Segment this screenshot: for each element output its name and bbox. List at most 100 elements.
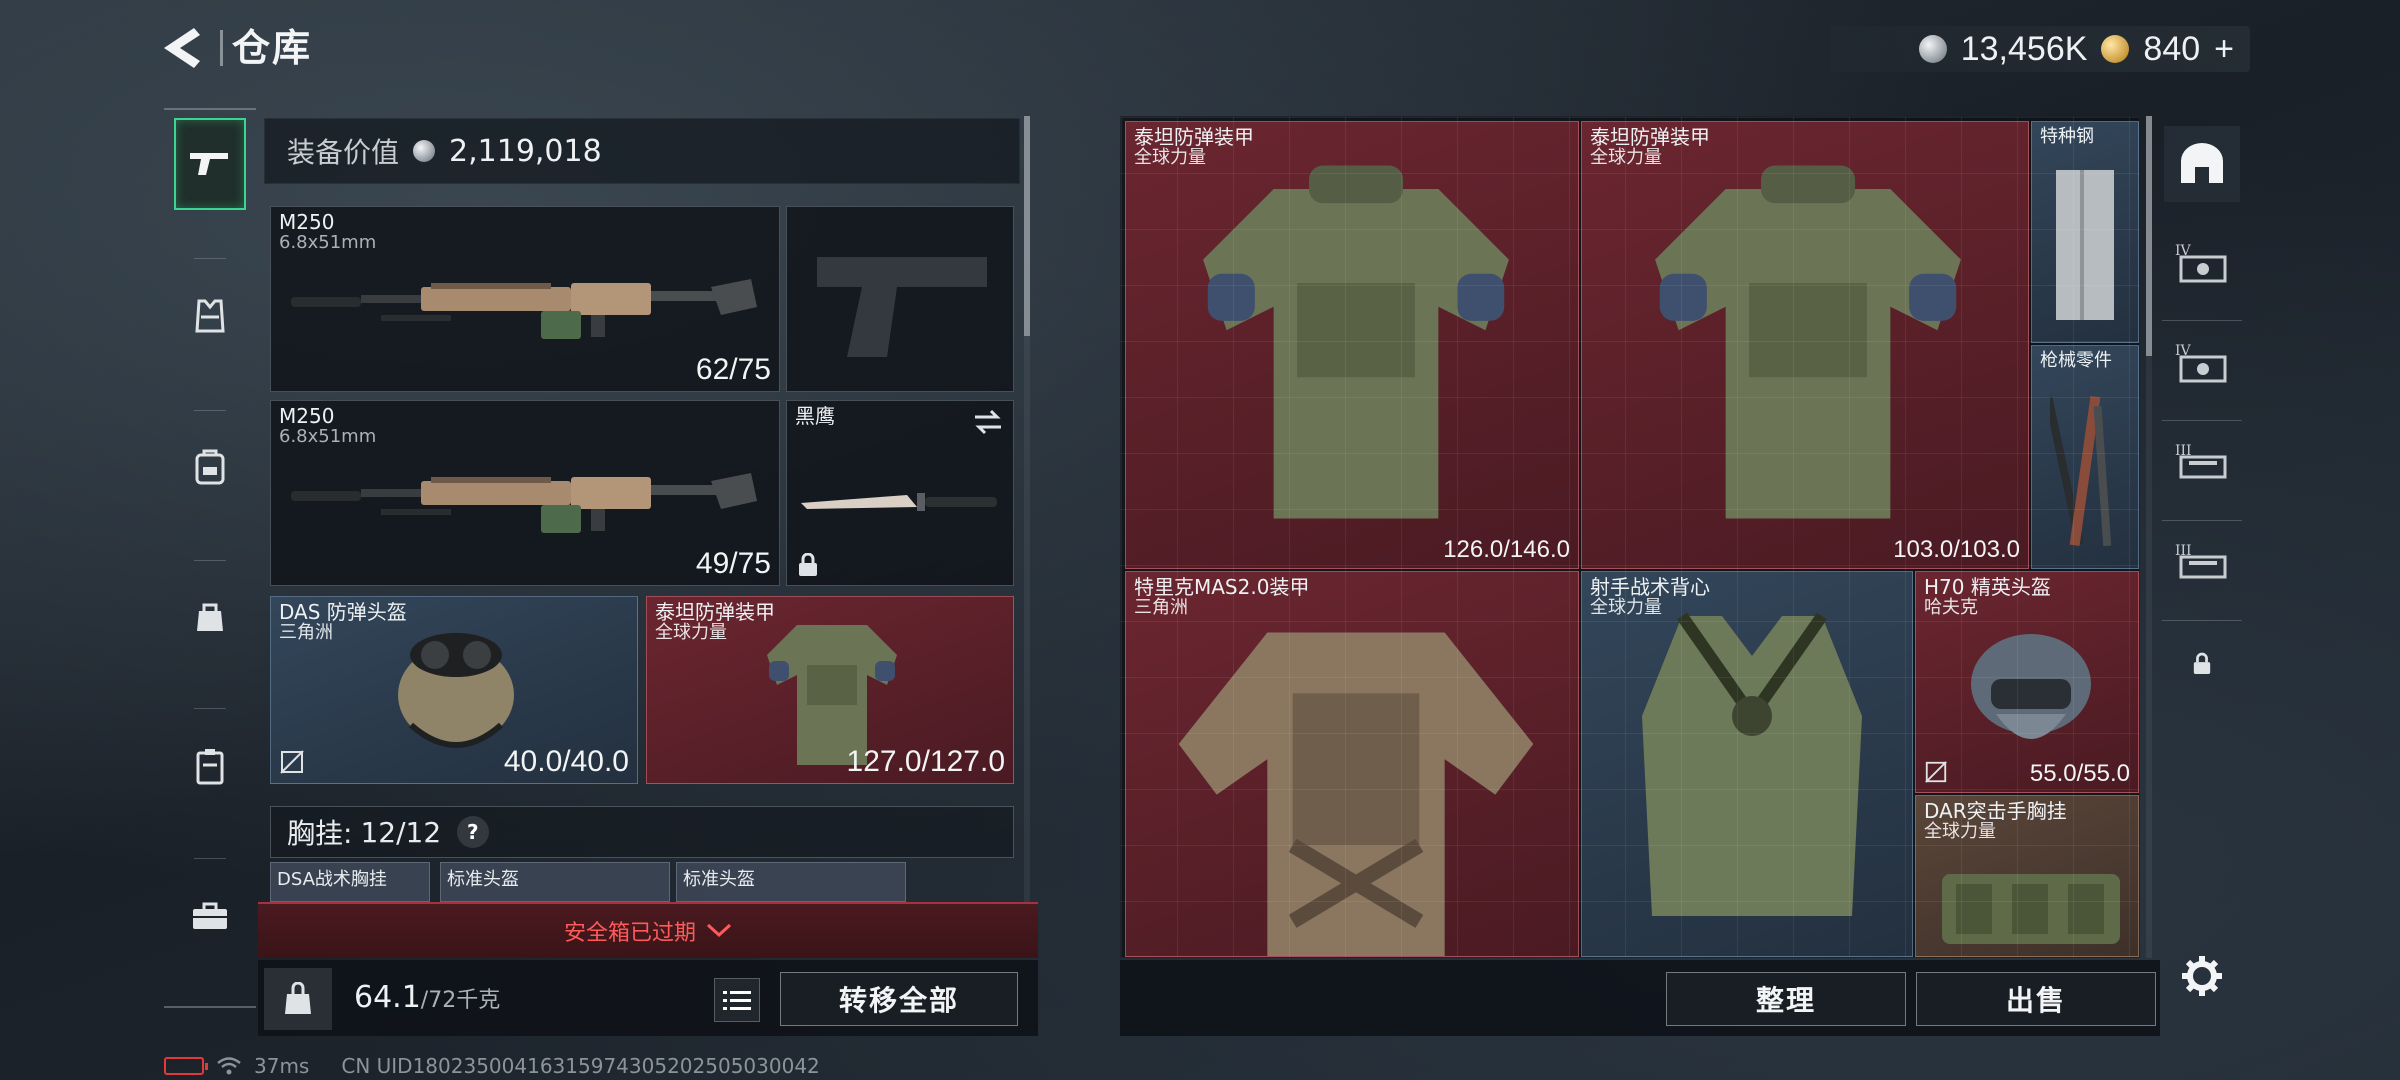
chest-rig-icon: [1942, 874, 2120, 944]
storage-scroll-thumb[interactable]: [2146, 116, 2152, 356]
weapon-ammo: 6.8x51mm: [279, 232, 377, 253]
weight-max: /72千克: [420, 988, 501, 1013]
pistol-slot[interactable]: [786, 206, 1014, 392]
rig-item[interactable]: DSA战术胸挂: [270, 862, 430, 902]
rail-chest-rig[interactable]: [174, 270, 246, 362]
helmet-sub: 三角洲: [279, 622, 333, 643]
rail-divider: [164, 108, 256, 110]
rail-case-1[interactable]: IV: [2164, 226, 2240, 302]
safebox-expired-text: 安全箱已过期: [563, 921, 696, 946]
silver-balance: 13,456K: [1960, 29, 2088, 68]
rail-toolbox[interactable]: [174, 870, 246, 962]
helmet-durability: 40.0/40.0: [503, 745, 629, 778]
rail-backpack[interactable]: [174, 420, 246, 512]
rail-case-3[interactable]: III: [2164, 426, 2240, 502]
armor-slot[interactable]: 泰坦防弹装甲 全球力量 127.0/127.0: [646, 596, 1014, 784]
gun-icon: [190, 153, 228, 175]
primary-weapon-slot-2[interactable]: M250 6.8x51mm 49/75: [270, 400, 780, 586]
helmet-icon: [398, 633, 514, 748]
user-uid: CN UID1802350041631597430520250503004​2: [341, 1054, 820, 1078]
rail-secure-case[interactable]: [174, 720, 246, 812]
rail-case-2[interactable]: IV: [2164, 326, 2240, 402]
safebox-icon: [2181, 143, 2223, 183]
armor-sub: 全球力量: [655, 622, 727, 643]
weight-lock-button[interactable]: [264, 968, 332, 1030]
lock-icon: [2193, 652, 2211, 674]
title-separator: [220, 30, 223, 66]
tier3-case-icon: III: [2175, 543, 2227, 579]
list-view-button[interactable]: [714, 978, 760, 1022]
storage-grid: 泰坦防弹装甲 全球力量 126.0/146.0 泰坦防弹装甲 全球力量 103.…: [1120, 116, 2140, 958]
weapon-ammo: 6.8x51mm: [279, 426, 377, 447]
safebox-expired-notice[interactable]: 安全箱已过期: [258, 902, 1038, 958]
weapon-name: M250: [279, 404, 335, 428]
backpack-icon: [195, 449, 225, 485]
sell-button[interactable]: 出售: [1916, 972, 2156, 1026]
add-currency-button[interactable]: +: [2214, 30, 2234, 69]
status-line: 37ms CN UID18023500416315974305202505030…: [164, 1054, 820, 1078]
body-armor-icon: [1203, 165, 1509, 519]
helmet-icon: [1971, 634, 2091, 739]
rig-item[interactable]: 标准头盔: [440, 862, 670, 902]
rail-safebox[interactable]: [2164, 126, 2240, 202]
gold-coin-icon: [2101, 35, 2130, 63]
helmet-slot[interactable]: DAS 防弹头盔 三角洲 40.0/40.0: [270, 596, 638, 784]
lock-icon: [799, 553, 817, 576]
back-button[interactable]: [160, 24, 210, 72]
rig-item-name: DSA战术胸挂: [277, 869, 387, 890]
knife-icon: [801, 493, 997, 511]
transfer-all-button[interactable]: 转移全部: [780, 972, 1018, 1026]
tier3-case-icon: III: [2175, 443, 2227, 479]
body-armor-icon: [1655, 165, 1961, 519]
bag-icon: [197, 603, 223, 631]
body-armor-icon: [1178, 632, 1534, 956]
item-durability: 126.0/146.0: [1443, 536, 1570, 563]
weapon-name: M250: [279, 210, 335, 234]
equipment-value-label: 装备价值: [287, 136, 400, 169]
case-icon: [196, 749, 224, 785]
item-name: 枪械零件: [2040, 350, 2112, 371]
storage-item[interactable]: 枪械零件: [2031, 345, 2139, 569]
storage-item[interactable]: DAR突击手胸挂 全球力量: [1915, 795, 2139, 957]
sort-button[interactable]: 整理: [1666, 972, 1906, 1026]
tier4-case-icon: IV: [2175, 343, 2227, 383]
rig-item-name: 标准头盔: [683, 869, 755, 890]
gold-balance: 840: [2143, 29, 2201, 68]
list-icon: [723, 991, 751, 1010]
rig-item[interactable]: 标准头盔: [676, 862, 906, 902]
equipment-scroll-thumb[interactable]: [1024, 116, 1030, 336]
tactical-vest-icon: [1642, 612, 1862, 916]
right-storage-rail: IV IV III III: [2156, 116, 2248, 1016]
storage-item[interactable]: 特种钢: [2031, 121, 2139, 343]
swap-icon[interactable]: [973, 409, 1003, 435]
item-sub: 全球力量: [1924, 821, 1996, 842]
left-category-rail: [164, 108, 256, 1008]
primary-weapon-slot-1[interactable]: M250 6.8x51mm 62/75: [270, 206, 780, 392]
weight-icon: [285, 982, 311, 1014]
settings-button[interactable]: [2164, 938, 2240, 1014]
storage-item[interactable]: 泰坦防弹装甲 全球力量 103.0/103.0: [1581, 121, 2029, 569]
rail-pouch[interactable]: [174, 570, 246, 662]
chest-rig-bar: 胸挂: 12/12 ?: [270, 806, 1014, 858]
machine-gun-icon: [291, 279, 757, 339]
chest-rig-count: 12/12: [360, 815, 442, 849]
machine-gun-icon: [291, 473, 757, 533]
armor-durability: 127.0/127.0: [846, 745, 1005, 778]
back-arrow-icon: [164, 28, 200, 68]
no-repair-icon: [1925, 761, 1947, 783]
ping: 37ms: [254, 1054, 310, 1078]
storage-item[interactable]: H70 精英头盔 哈夫克 55.0/55.0: [1915, 571, 2139, 793]
help-icon[interactable]: ?: [450, 809, 496, 855]
rail-case-4[interactable]: III: [2164, 526, 2240, 602]
tier4-case-icon: IV: [2175, 243, 2227, 283]
steel-plate-icon: [2056, 170, 2114, 320]
rail-locked-slot[interactable]: [2164, 626, 2240, 702]
rail-weapons[interactable]: [174, 118, 246, 210]
weight-display: 64.1/72千克: [354, 980, 500, 1015]
melee-slot[interactable]: 黑鹰: [786, 400, 1014, 586]
storage-item[interactable]: 泰坦防弹装甲 全球力量 126.0/146.0: [1125, 121, 1579, 569]
item-name: DAR突击手胸挂: [1924, 799, 2067, 823]
storage-item[interactable]: 特里克MAS2.0装甲 三角洲: [1125, 571, 1579, 957]
storage-item[interactable]: 射手战术背心 全球力量: [1581, 571, 1913, 957]
silver-coin-icon: [413, 140, 436, 162]
